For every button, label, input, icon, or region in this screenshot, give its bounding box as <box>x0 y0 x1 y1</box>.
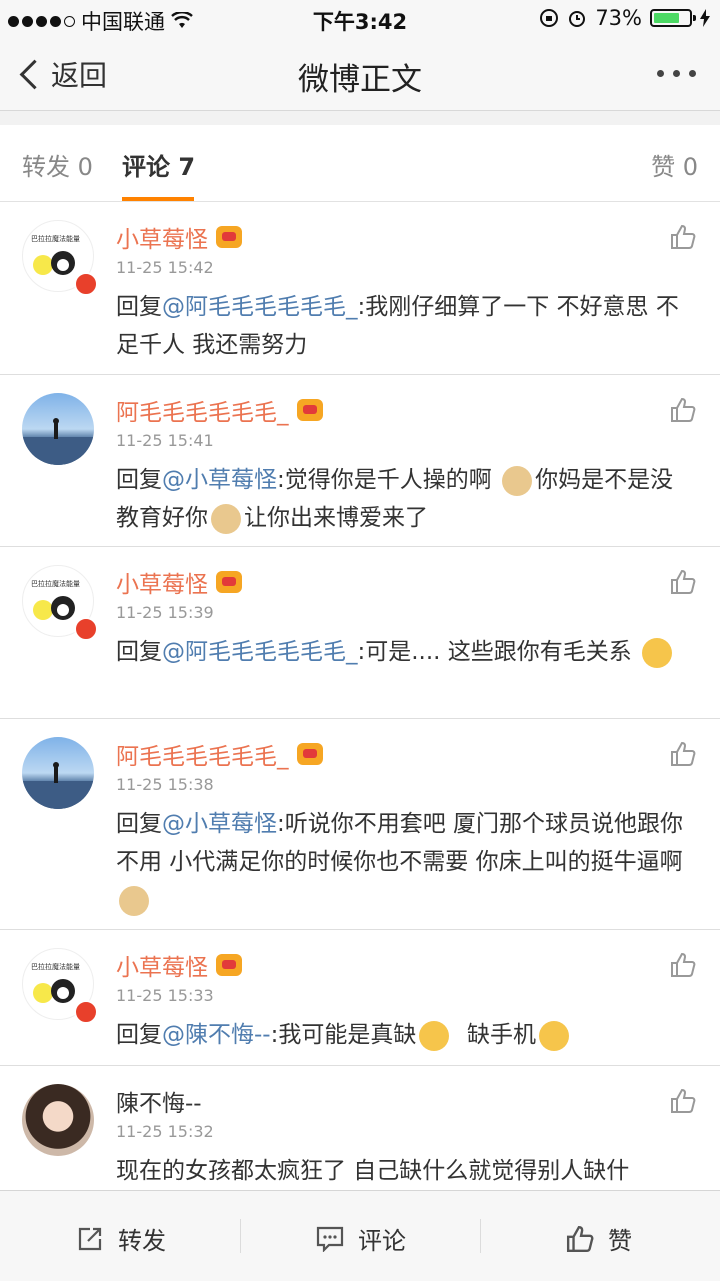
mention-link[interactable]: @小草莓怪 <box>162 811 277 837</box>
mention-link[interactable]: @阿毛毛毛毛毛毛_ <box>162 639 358 665</box>
verified-badge-icon <box>74 272 98 296</box>
avatar[interactable] <box>22 1084 94 1156</box>
page-title: 微博正文 <box>298 62 422 98</box>
battery-percent: 73% <box>595 6 642 30</box>
alarm-icon <box>569 11 586 27</box>
doge-emoji-icon <box>211 503 241 534</box>
vip-crown-icon <box>296 399 323 421</box>
avatar[interactable] <box>22 393 94 465</box>
comment-text: 回复@陳不悔--:我可能是真缺 缺手机 <box>116 1016 696 1054</box>
repost-icon <box>78 1227 102 1250</box>
divider <box>240 1219 241 1253</box>
comment-label: 评论 <box>358 1227 406 1255</box>
timestamp: 11-25 15:41 <box>116 431 214 450</box>
comment-text: 回复@阿毛毛毛毛毛毛_:我刚仔细算了一下 不好意思 不足千人 我还需努力 <box>116 294 679 358</box>
timestamp: 11-25 15:38 <box>116 775 214 794</box>
like-button[interactable]: 赞 <box>566 1221 632 1256</box>
comment-button[interactable]: 评论 <box>316 1221 406 1256</box>
thumbs-up-icon[interactable] <box>670 397 696 423</box>
comment-text: 回复@阿毛毛毛毛毛毛_:可是.... 这些跟你有毛关系 <box>116 633 696 671</box>
thumbs-up-icon[interactable] <box>670 224 696 250</box>
verified-badge-icon <box>74 1000 98 1024</box>
smile-emoji-icon <box>642 637 673 668</box>
vip-crown-icon <box>216 954 242 976</box>
nav-bar: 返回 微博正文 <box>0 40 720 111</box>
mention-link[interactable]: @阿毛毛毛毛毛毛_ <box>162 294 358 320</box>
timestamp: 11-25 15:42 <box>116 258 214 277</box>
svg-text:巴拉拉魔法能量: 巴拉拉魔法能量 <box>31 234 80 243</box>
timestamp: 11-25 15:39 <box>116 603 214 622</box>
comment-list: 巴拉拉魔法能量 小草莓怪 11-25 15:42 回复@阿毛毛毛毛毛毛_:我刚仔… <box>0 202 720 1207</box>
thumbs-up-icon <box>566 1225 594 1252</box>
thumbs-up-icon[interactable] <box>670 1088 696 1114</box>
timestamp: 11-25 15:32 <box>116 1122 214 1141</box>
battery-icon <box>650 9 696 27</box>
divider <box>480 1219 481 1253</box>
comment-item: 巴拉拉魔法能量 小草莓怪 11-25 15:42 回复@阿毛毛毛毛毛毛_:我刚仔… <box>0 202 720 375</box>
tab-repost[interactable]: 转发 0 <box>22 147 93 182</box>
username[interactable]: 小草莓怪 <box>116 948 242 982</box>
username[interactable]: 小草莓怪 <box>116 565 242 599</box>
orientation-lock-icon <box>540 9 559 27</box>
tab-comment[interactable]: 评论 7 <box>122 147 195 182</box>
doge-emoji-icon <box>119 885 149 916</box>
tab-like[interactable]: 赞 0 <box>651 147 698 182</box>
thumbs-up-icon[interactable] <box>670 569 696 595</box>
comment-icon <box>316 1226 344 1252</box>
thumbs-up-icon[interactable] <box>670 952 696 978</box>
mention-link[interactable]: @陳不悔-- <box>162 1022 271 1048</box>
username[interactable]: 阿毛毛毛毛毛毛_ <box>116 737 323 771</box>
doge-emoji-icon <box>502 465 533 496</box>
svg-text:巴拉拉魔法能量: 巴拉拉魔法能量 <box>31 579 80 588</box>
comment-item: 阿毛毛毛毛毛毛_ 11-25 15:41 回复@小草莓怪:觉得你是千人操的啊 你… <box>0 375 720 547</box>
thumbs-up-icon[interactable] <box>670 741 696 767</box>
thinking-emoji-icon <box>538 1020 569 1051</box>
charging-icon <box>700 9 710 27</box>
comment-text: 回复@小草莓怪:听说你不用套吧 厦门那个球员说他跟你不用 小代满足你的时候你也不… <box>116 805 696 919</box>
username[interactable]: 阿毛毛毛毛毛毛_ <box>116 393 323 427</box>
status-bar: 中国联通 下午3:42 73% <box>0 0 720 40</box>
avatar[interactable] <box>22 737 94 809</box>
verified-badge-icon <box>74 617 98 641</box>
comment-text: 现在的女孩都太疯狂了 自己缺什么就觉得别人缺什 <box>116 1158 630 1184</box>
comment-item: 阿毛毛毛毛毛毛_ 11-25 15:38 回复@小草莓怪:听说你不用套吧 厦门那… <box>0 719 720 930</box>
username[interactable]: 陳不悔-- <box>116 1084 202 1118</box>
mention-link[interactable]: @小草莓怪 <box>162 467 277 493</box>
tabs-bar: 转发 0 评论 7 赞 0 <box>0 125 720 202</box>
bottom-action-bar: 转发 评论 赞 <box>0 1190 720 1281</box>
username[interactable]: 小草莓怪 <box>116 220 242 254</box>
vip-crown-icon <box>296 743 323 765</box>
more-dots-icon <box>657 70 664 77</box>
thinking-emoji-icon <box>419 1020 450 1051</box>
comment-item: 巴拉拉魔法能量 小草莓怪 11-25 15:33 回复@陳不悔--:我可能是真缺… <box>0 930 720 1066</box>
like-label: 赞 <box>608 1227 632 1255</box>
active-tab-indicator <box>122 197 194 201</box>
repost-button[interactable]: 转发 <box>76 1221 166 1256</box>
vip-crown-icon <box>216 226 242 248</box>
repost-label: 转发 <box>118 1227 166 1255</box>
comment-item: 巴拉拉魔法能量 小草莓怪 11-25 15:39 回复@阿毛毛毛毛毛毛_:可是.… <box>0 547 720 719</box>
comment-text: 回复@小草莓怪:觉得你是千人操的啊 你妈是不是没教育好你 让你出来博爱来了 <box>116 461 696 537</box>
comment-item: 陳不悔-- 11-25 15:32 现在的女孩都太疯狂了 自己缺什么就觉得别人缺… <box>0 1066 720 1207</box>
svg-text:巴拉拉魔法能量: 巴拉拉魔法能量 <box>31 962 80 971</box>
timestamp: 11-25 15:33 <box>116 986 214 1005</box>
more-options-button[interactable] <box>657 70 696 77</box>
vip-crown-icon <box>216 571 242 593</box>
